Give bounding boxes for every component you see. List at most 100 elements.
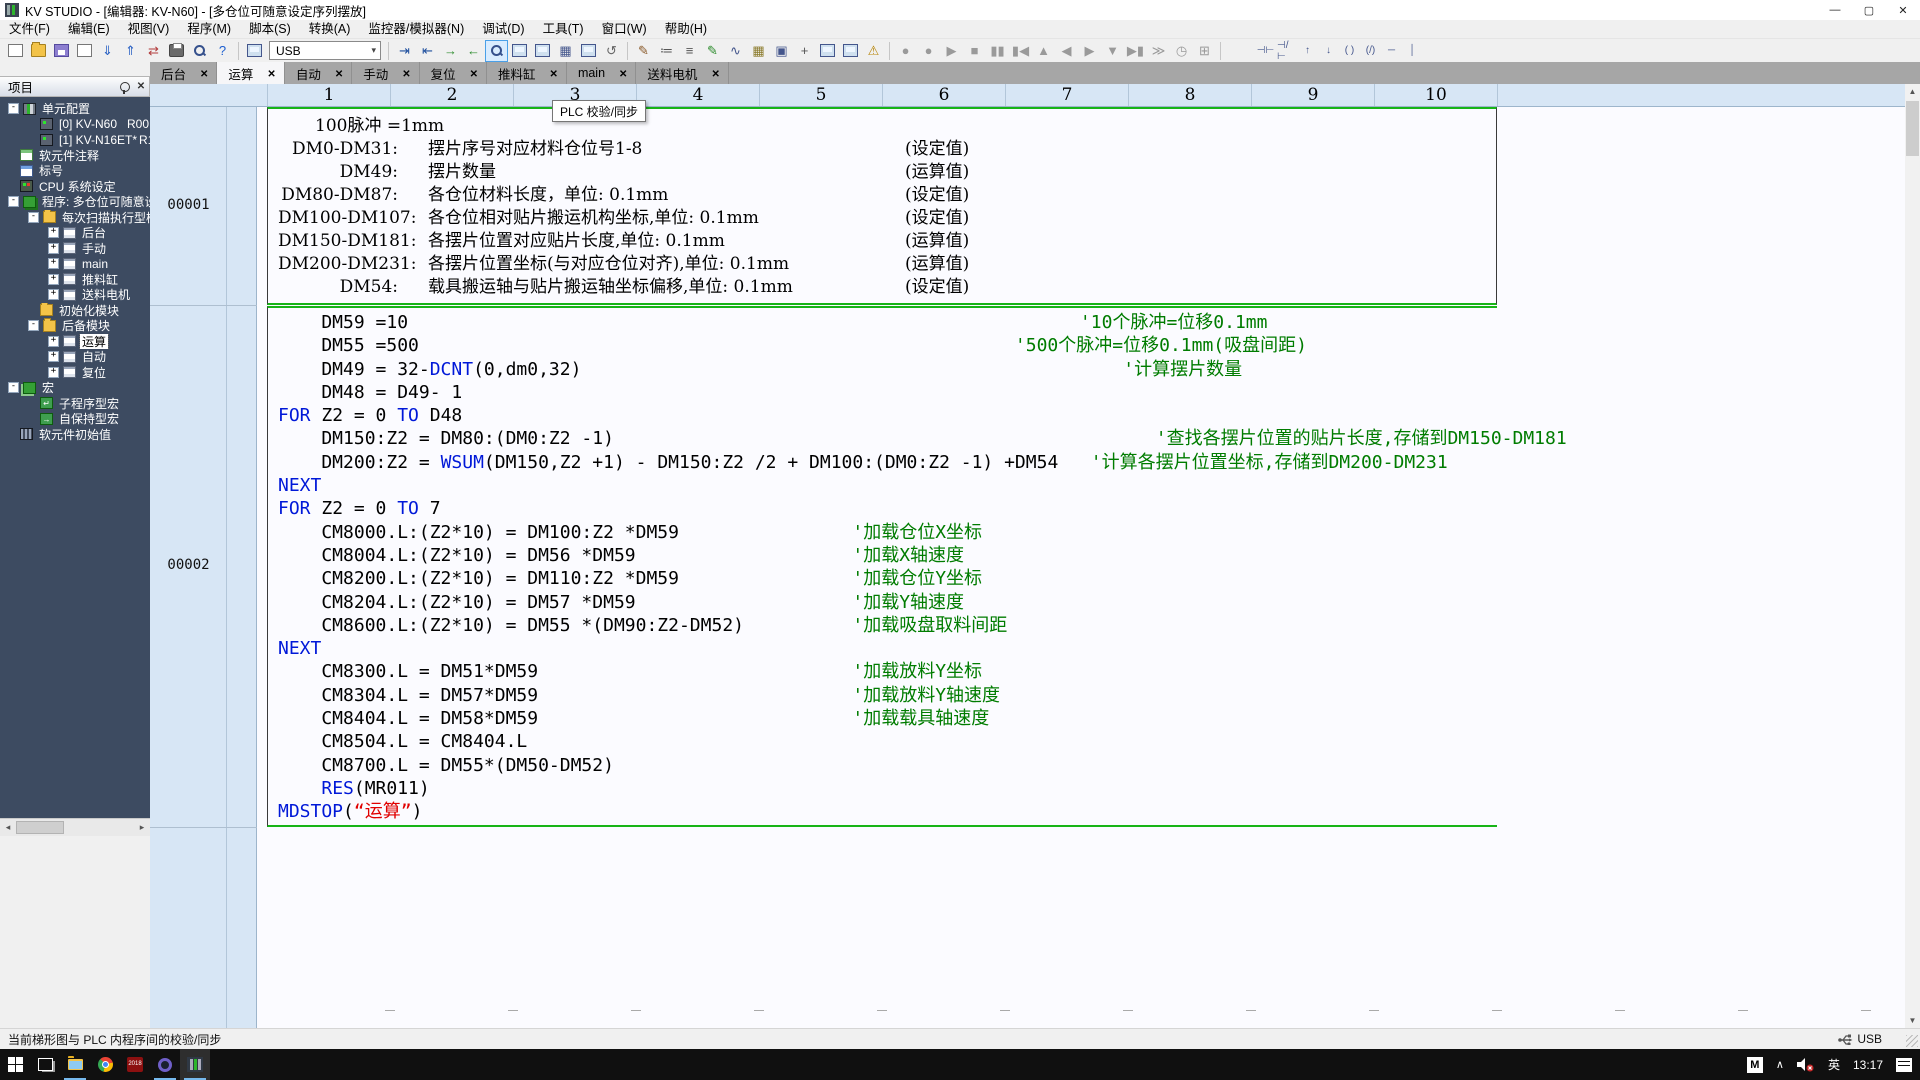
monitor-mode-button[interactable] xyxy=(508,40,531,62)
menu-item-文件(F)[interactable]: 文件(F) xyxy=(0,20,59,38)
ladder-editor-canvas[interactable]: 1 2 3 4 5 6 7 8 9 10 00001 00002 100脉冲 =1mm DM0-DM… xyxy=(150,84,1905,1028)
unit-editor-button[interactable]: ▦ xyxy=(747,40,770,62)
ladder-contact-no-button[interactable]: ⊣⊢ xyxy=(1255,40,1276,62)
tree-item-软元件初始值[interactable]: 软元件初始值 xyxy=(0,427,150,443)
tree-item-推料缸[interactable]: + 推料缸 xyxy=(0,272,150,288)
step-forward-button[interactable]: ▶ xyxy=(1078,40,1101,62)
tree-item-后台[interactable]: + 后台 xyxy=(0,225,150,241)
tree-item-[0] KV-N60[interactable]: [0] KV-N60 R00 xyxy=(0,117,150,133)
expand-icon[interactable]: + xyxy=(48,258,59,270)
memory-editor-button[interactable]: ▣ xyxy=(770,40,793,62)
scroll-right-icon[interactable]: ▸ xyxy=(134,822,150,833)
chrome-button[interactable] xyxy=(90,1049,120,1080)
tree-item-送料电机[interactable]: + 送料电机 xyxy=(0,287,150,303)
open-project-button[interactable] xyxy=(27,40,50,62)
tree-item-宏[interactable]: -宏 xyxy=(0,380,150,396)
tree-item-main[interactable]: + main xyxy=(0,256,150,272)
tab-close-icon[interactable] xyxy=(550,66,558,80)
tab-main[interactable]: main xyxy=(567,62,637,84)
project-convert-button[interactable]: ⇄ xyxy=(142,40,165,62)
window-arrange-button[interactable]: ⊞ xyxy=(1193,40,1216,62)
operation-alarm-button[interactable]: ⚠ xyxy=(862,40,885,62)
pin-icon[interactable] xyxy=(117,79,133,95)
tree-item-CPU 系统设定[interactable]: CPU 系统设定 xyxy=(0,179,150,195)
task-view-button[interactable] xyxy=(30,1049,60,1080)
device-comment-list-button[interactable]: ≔ xyxy=(655,40,678,62)
expand-icon[interactable]: + xyxy=(48,242,59,254)
tree-item-初始化模块[interactable]: 初始化模块 xyxy=(0,302,150,319)
menu-item-帮助(H)[interactable]: 帮助(H) xyxy=(656,20,716,38)
tab-送料电机[interactable]: 送料电机 xyxy=(636,62,729,84)
maximize-button[interactable]: ▢ xyxy=(1852,0,1886,20)
script-editor-button[interactable]: ✎ xyxy=(701,40,724,62)
plc-read-run-button[interactable]: ← xyxy=(462,40,485,62)
scroll-up-icon[interactable]: ▲ xyxy=(1905,84,1920,99)
step-back-button[interactable]: ◀ xyxy=(1055,40,1078,62)
replay-record-button[interactable]: ● xyxy=(894,40,917,62)
ladder-vline-button[interactable]: │ xyxy=(1402,40,1423,62)
menu-item-工具(T)[interactable]: 工具(T) xyxy=(534,20,593,38)
clear-device-values-button[interactable]: ↺ xyxy=(600,40,623,62)
new-project-button[interactable] xyxy=(4,40,27,62)
save-project-button[interactable] xyxy=(50,40,73,62)
menu-item-转换(A)[interactable]: 转换(A) xyxy=(300,20,360,38)
transfer-pc-to-plc-button[interactable]: ⇥ xyxy=(393,40,416,62)
collapse-icon[interactable]: - xyxy=(28,320,39,332)
scroll-left-icon[interactable]: ◂ xyxy=(0,822,16,833)
menu-item-监控器/模拟器(N)[interactable]: 监控器/模拟器(N) xyxy=(359,20,473,38)
tree-item-复位[interactable]: + 复位 xyxy=(0,365,150,381)
tree-item-手动[interactable]: + 手动 xyxy=(0,241,150,257)
scan-up-button[interactable]: ▲ xyxy=(1032,40,1055,62)
tab-推料缸[interactable]: 推料缸 xyxy=(487,62,567,84)
monitor-window-button[interactable] xyxy=(816,40,839,62)
crosshair-app-button[interactable] xyxy=(150,1049,180,1080)
minimize-button[interactable]: — xyxy=(1818,0,1852,20)
tab-运算[interactable]: 运算 xyxy=(217,62,285,84)
replay-play-button[interactable]: ▶ xyxy=(940,40,963,62)
replay-pause-button[interactable]: ▮▮ xyxy=(986,40,1009,62)
print-preview-button[interactable] xyxy=(188,40,211,62)
tree-item-自动[interactable]: + 自动 xyxy=(0,349,150,365)
ladder-fall-contact-button[interactable]: ↓ xyxy=(1318,40,1339,62)
menu-item-调试(D)[interactable]: 调试(D) xyxy=(473,20,533,38)
ladder-rise-contact-button[interactable]: ↑ xyxy=(1297,40,1318,62)
label-list-button[interactable]: ≡ xyxy=(678,40,701,62)
realtime-chart-monitor-button[interactable]: ∿ xyxy=(724,40,747,62)
tab-close-icon[interactable] xyxy=(200,66,208,80)
menu-item-窗口(W)[interactable]: 窗口(W) xyxy=(593,20,656,38)
expand-icon[interactable]: + xyxy=(48,335,59,347)
communication-settings-button[interactable] xyxy=(243,40,266,62)
simulator-mode-button[interactable] xyxy=(531,40,554,62)
tab-close-icon[interactable] xyxy=(619,66,627,80)
collapse-icon[interactable]: - xyxy=(8,382,19,394)
connection-selector[interactable]: USB xyxy=(269,41,381,60)
tray-app-badge[interactable]: M xyxy=(1746,1056,1763,1073)
step-first-button[interactable]: ▮◀ xyxy=(1009,40,1032,62)
ime-indicator[interactable]: 英 xyxy=(1828,1056,1840,1073)
import-project-button[interactable]: ⇓ xyxy=(96,40,119,62)
vscroll-thumb[interactable] xyxy=(1906,101,1919,156)
tree-item-每次扫描执行型模块[interactable]: - 每次扫描执行型模块 xyxy=(0,209,150,226)
notification-center-icon[interactable] xyxy=(1896,1057,1912,1072)
expand-icon[interactable]: + xyxy=(48,351,59,363)
tree-item-标号[interactable]: 标号 xyxy=(0,163,150,179)
volume-muted-icon[interactable] xyxy=(1796,1057,1815,1072)
tab-自动[interactable]: 自动 xyxy=(285,62,353,84)
hscroll-thumb[interactable] xyxy=(16,821,64,834)
editor-mode-button[interactable]: ✎ xyxy=(632,40,655,62)
save-as-project-button[interactable] xyxy=(73,40,96,62)
tree-item-自保持型宏[interactable]: 自保持型宏 xyxy=(0,411,150,427)
tree-item-单元配置[interactable]: - 单元配置 xyxy=(0,101,150,117)
expand-icon[interactable]: + xyxy=(48,227,59,239)
print-button[interactable] xyxy=(165,40,188,62)
tree-item-运算[interactable]: + 运算 xyxy=(0,333,150,349)
start-button[interactable] xyxy=(0,1049,30,1080)
tab-close-icon[interactable] xyxy=(470,66,478,80)
tab-close-icon[interactable] xyxy=(711,66,719,80)
tab-close-icon[interactable] xyxy=(335,66,343,80)
collapse-icon[interactable]: - xyxy=(8,103,19,115)
kv-studio-taskbar-button[interactable] xyxy=(180,1049,210,1080)
transfer-plc-to-pc-button[interactable]: ⇤ xyxy=(416,40,439,62)
tree-item-软元件注释[interactable]: 软元件注释 xyxy=(0,148,150,164)
custom-tool-button[interactable]: + xyxy=(793,40,816,62)
